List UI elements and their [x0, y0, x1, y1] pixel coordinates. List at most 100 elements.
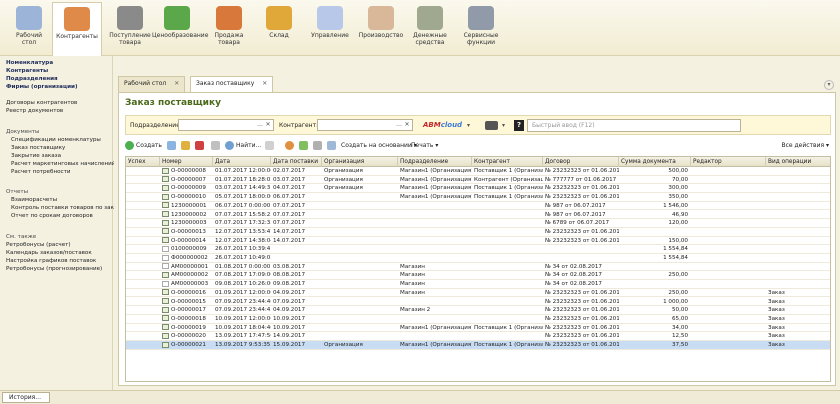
section-0[interactable]: Рабочий стол	[4, 2, 54, 54]
printer-icon[interactable]	[485, 121, 498, 130]
reports-link[interactable]: Контроль поставки товаров по зака...	[6, 204, 123, 212]
quick-input[interactable]: Быстрый ввод (F12)	[527, 119, 741, 132]
section-2[interactable]: Поступление товара	[105, 2, 155, 54]
printer-dropdown-icon[interactable]: ▾	[502, 122, 505, 129]
tab-0[interactable]: Рабочий стол ✕	[118, 76, 186, 92]
cancel-search-icon[interactable]	[265, 141, 274, 150]
table-row[interactable]: О-00000008 01.07.2017 12:00:00 02.07.2017 О…	[126, 167, 830, 176]
nav-link-main[interactable]: Контрагенты	[6, 67, 112, 75]
section-6[interactable]: Управление	[305, 2, 355, 54]
documents-link[interactable]: Закрытие заказа	[6, 152, 112, 160]
division-filter-input[interactable]: … ✕	[178, 119, 274, 131]
list-icon[interactable]	[313, 141, 322, 150]
print-button[interactable]: Печать ▾	[411, 140, 438, 152]
table-row[interactable]: О-00000018 10.09.2017 12:00:00 10.09.2017 №…	[126, 315, 830, 324]
column-header[interactable]: Редактор	[691, 157, 766, 167]
column-header[interactable]: Договор	[543, 157, 619, 167]
close-icon[interactable]: ✕	[174, 80, 179, 87]
documents-link[interactable]: Спецификации номенклатуры	[6, 136, 112, 144]
table-row[interactable]: АМ00000001 01.08.2017 0:00:00 03.08.2017 Ма…	[126, 263, 830, 272]
section-3[interactable]: Ценообразование	[152, 2, 208, 54]
cell-text: 02.07.2017	[273, 168, 306, 174]
find-button[interactable]: Найти...	[236, 140, 261, 152]
abm-dropdown-icon[interactable]: ▾	[467, 122, 470, 129]
section-7[interactable]: Производство	[356, 2, 406, 54]
clear-icon[interactable]: ✕	[402, 120, 412, 130]
nav-link-main[interactable]: Фирмы (организации)	[6, 83, 112, 91]
contractor-filter-input[interactable]: … ✕	[317, 119, 413, 131]
cell-sum: 150,00	[619, 237, 691, 246]
documents-link[interactable]: Расчет потребности	[6, 168, 112, 176]
table-row[interactable]: О-00000021 13.09.2017 9:53:35 15.09.2017 Ор…	[126, 341, 830, 350]
column-header[interactable]: Вид операции	[766, 157, 830, 167]
see-also-link[interactable]: Настройка графиков поставок	[6, 257, 112, 265]
column-header[interactable]: Сумма документа	[619, 157, 691, 167]
nav-link-main[interactable]: Подразделения	[6, 75, 112, 83]
column-header[interactable]: Дата поставки	[271, 157, 322, 167]
cell-text: Организация	[324, 176, 363, 183]
column-header[interactable]: Подразделение	[398, 157, 472, 167]
column-header[interactable]: Дата	[213, 157, 271, 167]
cell-div	[398, 202, 472, 211]
table-row[interactable]: АМ00000003 09.08.2017 10:26:00 09.08.2017 М…	[126, 280, 830, 289]
column-header[interactable]: Успех	[126, 157, 160, 167]
section-8[interactable]: Денежные средства	[405, 2, 455, 54]
abm-cloud-logo[interactable]: ABMcloud	[423, 121, 462, 129]
table-row[interactable]: О-00000020 13.09.2017 17:47:50 14.09.2017 №…	[126, 332, 830, 341]
documents-link[interactable]: Заказ поставщику	[6, 144, 112, 152]
clear-icon[interactable]: ✕	[263, 120, 273, 130]
cell-text: Магазин	[400, 289, 425, 296]
nav-link[interactable]: Реестр документов	[6, 107, 112, 115]
reports-link[interactable]: Отчет по срокам договоров	[6, 212, 112, 220]
create-button[interactable]: Создать	[136, 140, 162, 152]
see-also-link[interactable]: Ретробонусы (расчет)	[6, 241, 112, 249]
history-button[interactable]: История...	[2, 392, 50, 403]
table-row[interactable]: О-00000017 07.09.2017 23:44:41 04.09.2017 М…	[126, 306, 830, 315]
delete-icon[interactable]	[195, 141, 204, 150]
table-row[interactable]: О-00000019 10.09.2017 18:04:40 10.09.2017 М…	[126, 324, 830, 333]
documents-link[interactable]: Расчет маркетинговых начислений ...	[6, 160, 123, 168]
structure-icon[interactable]	[327, 141, 336, 150]
copy-icon[interactable]	[167, 141, 176, 150]
table-row[interactable]: О-00000007 01.07.2017 18:28:07 03.07.2017 О…	[126, 176, 830, 185]
table-row[interactable]: АМ00000002 07.08.2017 17:09:00 08.08.2017 М…	[126, 271, 830, 281]
table-row[interactable]: 0100000009 26.07.2017 10:39:41 1 554,84	[126, 245, 830, 254]
see-also-link[interactable]: Ретробонусы (прогнозирование)	[6, 265, 112, 273]
search-icon[interactable]	[225, 141, 234, 150]
tab-label: Рабочий стол	[124, 80, 167, 87]
nav-link-main[interactable]: Номенклатура	[6, 59, 112, 67]
column-header[interactable]: Контрагент	[472, 157, 543, 167]
table-row[interactable]: О-00000015 07.09.2017 23:44:40 07.09.2017 №…	[126, 298, 830, 307]
reports-link[interactable]: Взаиморасчеты	[6, 196, 112, 204]
documents-table[interactable]: Успех Номер Дата Дата поставки Организация По…	[125, 156, 831, 382]
link-icon[interactable]	[211, 141, 220, 150]
tabs-menu-button[interactable]: ▾	[824, 80, 834, 90]
edit-icon[interactable]	[181, 141, 190, 150]
post-icon[interactable]	[285, 141, 294, 150]
table-row[interactable]: 1230000003 07.07.2017 17:32:33 07.07.2017 №…	[126, 219, 830, 228]
table-row[interactable]: О-00000014 12.07.2017 14:38:04 14.07.2017 №…	[126, 237, 830, 246]
create-based-on-button[interactable]: Создать на основании ▾	[341, 140, 417, 152]
table-row[interactable]: О-00000013 12.07.2017 13:53:47 14.07.2017 №…	[126, 228, 830, 237]
table-row[interactable]: О-00000016 01.09.2017 12:00:00 04.09.2017 М…	[126, 289, 830, 298]
section-9[interactable]: Сервисные функции	[456, 2, 506, 54]
tab-1[interactable]: Заказ поставщику ✕	[190, 76, 274, 92]
table-row[interactable]: О-00000009 03.07.2017 14:49:31 04.07.2017 О…	[126, 184, 830, 194]
column-header[interactable]: Номер	[160, 157, 213, 167]
all-actions-button[interactable]: Все действия ▾	[781, 140, 829, 152]
section-5[interactable]: Склад	[254, 2, 304, 54]
section-1[interactable]: Контрагенты	[52, 2, 102, 57]
column-header[interactable]: Организация	[322, 157, 398, 167]
help-icon[interactable]: ?	[514, 120, 524, 131]
cell-text: 01.09.2017 12:00:00	[215, 289, 271, 296]
section-4[interactable]: Продажа товара	[204, 2, 254, 54]
nav-link[interactable]: Договоры контрагентов	[6, 99, 112, 107]
table-row[interactable]: 1230000001 06.07.2017 0:00:00 07.07.2017 № …	[126, 202, 830, 211]
table-row[interactable]: О-00000010 05.07.2017 18:00:00 06.07.2017 М…	[126, 193, 830, 202]
close-icon[interactable]: ✕	[262, 80, 267, 87]
create-icon[interactable]	[125, 141, 134, 150]
table-row[interactable]: 1230000002 07.07.2017 15:58:25 07.07.2017 №…	[126, 211, 830, 220]
see-also-link[interactable]: Календарь заказов/поставок	[6, 249, 112, 257]
table-row[interactable]: Ф000000002 26.07.2017 10:49:03 1 554,84	[126, 254, 830, 263]
unpost-icon[interactable]	[299, 141, 308, 150]
